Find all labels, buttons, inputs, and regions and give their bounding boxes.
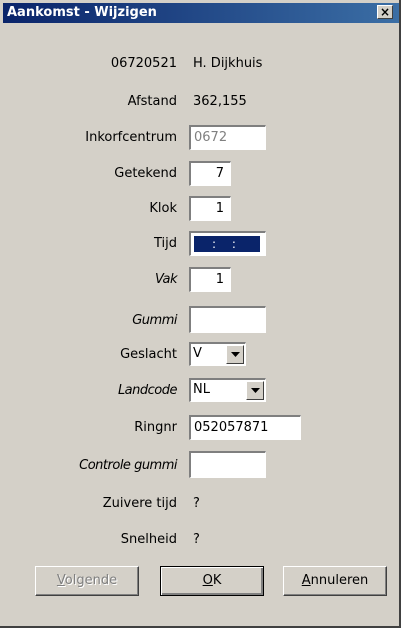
- landcode-value: NL: [193, 382, 210, 397]
- geslacht-select[interactable]: V: [189, 342, 246, 366]
- annuleren-accel: A: [301, 573, 311, 588]
- ringnr-label: Ringnr: [134, 420, 177, 435]
- zuivere-tijd-value: ?: [193, 496, 200, 511]
- geslacht-value: V: [193, 346, 202, 361]
- snelheid-label: Snelheid: [120, 532, 177, 547]
- afstand-label: Afstand: [127, 94, 177, 109]
- close-icon[interactable]: ×: [377, 5, 393, 19]
- annuleren-label: nnuleren: [310, 573, 369, 588]
- ok-label: K: [212, 573, 222, 588]
- tijd-selected-value: : :: [194, 236, 260, 252]
- afstand-value: 362,155: [193, 94, 247, 109]
- inkorfcentrum-label: Inkorfcentrum: [85, 130, 177, 145]
- member-number: 06720521: [110, 56, 177, 71]
- geslacht-label: Geslacht: [120, 347, 177, 362]
- vak-field[interactable]: 1: [189, 267, 231, 292]
- gummi-label: Gummi: [132, 313, 177, 328]
- title-bar[interactable]: Aankomst - Wijzigen ×: [3, 3, 399, 23]
- getekend-field[interactable]: 7: [189, 161, 231, 186]
- getekend-label: Getekend: [114, 166, 177, 181]
- gummi-field[interactable]: [189, 306, 266, 333]
- snelheid-value: ?: [193, 532, 200, 547]
- volgende-button[interactable]: Volgende: [35, 566, 139, 596]
- controle-gummi-field[interactable]: [189, 451, 266, 478]
- klok-label: Klok: [149, 201, 177, 216]
- klok-field[interactable]: 1: [189, 196, 231, 221]
- controle-gummi-label: Controle gummi: [79, 458, 177, 473]
- landcode-select[interactable]: NL: [189, 378, 266, 402]
- chevron-down-icon[interactable]: [246, 381, 264, 400]
- volgende-label: olgende: [64, 573, 118, 588]
- member-name: H. Dijkhuis: [193, 56, 263, 71]
- annuleren-button[interactable]: Annuleren: [283, 566, 387, 596]
- chevron-down-icon[interactable]: [226, 345, 244, 364]
- vak-label: Vak: [154, 272, 178, 287]
- inkorfcentrum-field: 0672: [189, 125, 266, 150]
- ok-accel: O: [202, 573, 213, 588]
- tijd-label: Tijd: [153, 236, 177, 251]
- tijd-field[interactable]: : :: [189, 231, 266, 256]
- volgende-accel: V: [56, 573, 65, 588]
- ringnr-field[interactable]: 052057871: [189, 415, 301, 440]
- dialog-window: Aankomst - Wijzigen × 06720521 H. Dijkhu…: [0, 0, 401, 628]
- window-title: Aankomst - Wijzigen: [7, 5, 157, 20]
- ok-button[interactable]: OK: [160, 566, 264, 596]
- landcode-label: Landcode: [117, 383, 178, 398]
- zuivere-tijd-label: Zuivere tijd: [102, 496, 177, 511]
